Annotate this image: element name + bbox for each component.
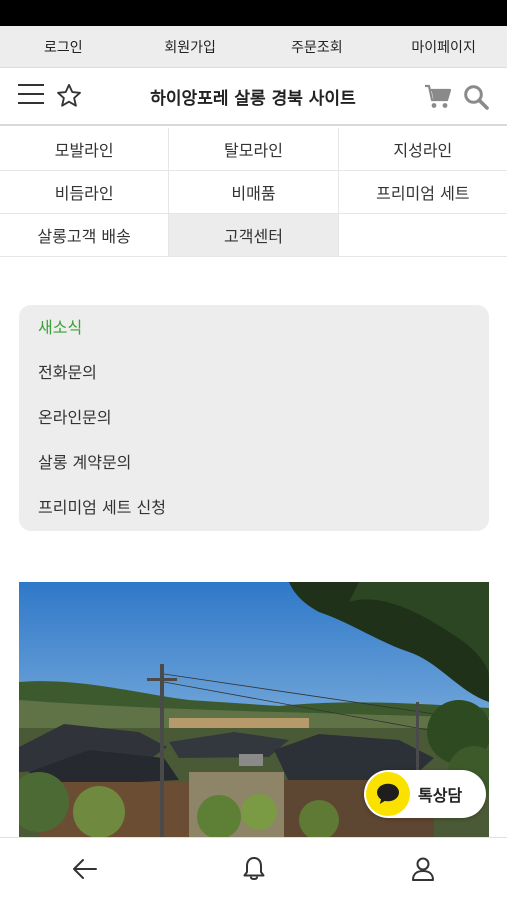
category-dandruff-line[interactable]: 비듬라인: [0, 171, 170, 213]
kakao-talk-icon: [366, 772, 410, 816]
cart-icon[interactable]: [424, 84, 452, 110]
search-icon[interactable]: [462, 83, 490, 111]
status-bar: [0, 0, 507, 26]
category-salon-delivery[interactable]: 살롱고객 배송: [0, 214, 170, 256]
bell-icon[interactable]: [169, 838, 338, 900]
customer-service-menu: 새소식 전화문의 온라인문의 살롱 계약문의 프리미엄 세트 신청: [19, 305, 489, 531]
category-row: 모발라인 탈모라인 지성라인: [0, 128, 507, 171]
back-arrow-icon[interactable]: [0, 838, 169, 900]
cs-item-contract-inquiry[interactable]: 살롱 계약문의: [19, 440, 489, 485]
cs-item-premium-set-request[interactable]: 프리미엄 세트 신청: [19, 485, 489, 530]
category-not-for-sale[interactable]: 비매품: [169, 171, 339, 213]
cs-item-phone-inquiry[interactable]: 전화문의: [19, 350, 489, 395]
user-icon[interactable]: [338, 838, 507, 900]
category-hair-loss-line[interactable]: 탈모라인: [169, 128, 339, 170]
kakao-chat-button[interactable]: 톡상담: [364, 770, 486, 818]
mypage-link[interactable]: 마이페이지: [380, 37, 507, 57]
menu-icon[interactable]: [18, 84, 44, 108]
kakao-chat-label: 톡상담: [418, 786, 463, 805]
bottom-nav: [0, 837, 507, 900]
signup-link[interactable]: 회원가입: [127, 37, 254, 57]
order-lookup-link[interactable]: 주문조회: [254, 37, 381, 57]
category-empty-cell: [339, 214, 507, 256]
site-header: 하이앙포레 살롱 경북 사이트: [0, 68, 507, 126]
login-link[interactable]: 로그인: [0, 37, 127, 57]
category-grid: 모발라인 탈모라인 지성라인 비듬라인 비매품 프리미엄 세트 살롱고객 배송 …: [0, 128, 507, 257]
cs-item-online-inquiry[interactable]: 온라인문의: [19, 395, 489, 440]
cs-item-news[interactable]: 새소식: [19, 305, 489, 350]
star-icon[interactable]: [55, 82, 83, 110]
category-oily-line[interactable]: 지성라인: [339, 128, 507, 170]
category-hair-line[interactable]: 모발라인: [0, 128, 170, 170]
category-premium-set[interactable]: 프리미엄 세트: [339, 171, 507, 213]
top-links-bar: 로그인 회원가입 주문조회 마이페이지: [0, 26, 507, 68]
category-row: 비듬라인 비매품 프리미엄 세트: [0, 171, 507, 214]
site-title[interactable]: 하이앙포레 살롱 경북 사이트: [128, 84, 378, 109]
category-row: 살롱고객 배송 고객센터: [0, 214, 507, 257]
category-customer-center[interactable]: 고객센터: [169, 214, 339, 256]
